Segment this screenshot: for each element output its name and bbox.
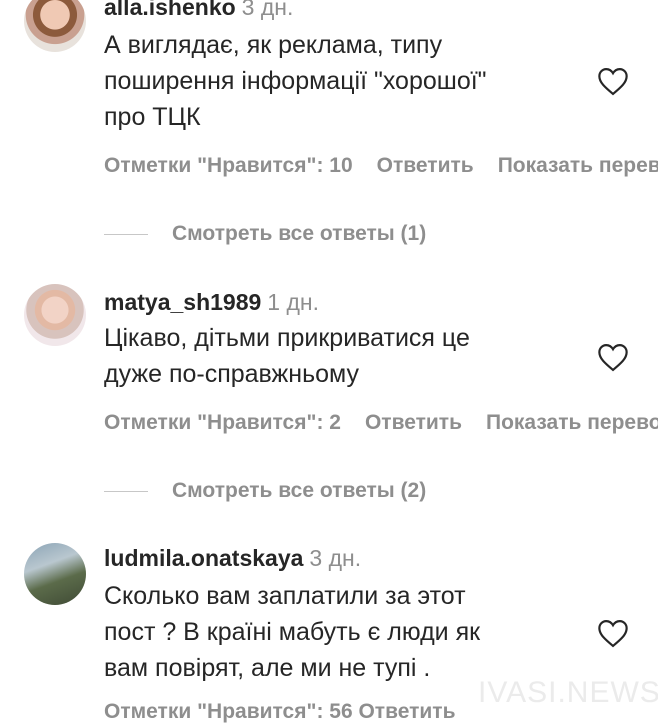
comment-text: Цікаво, дітьми прикриватися це дуже по-с…	[104, 320, 470, 392]
view-replies-label: Смотреть все ответы (1)	[172, 222, 427, 245]
view-replies-label: Смотреть все ответы (2)	[172, 479, 427, 502]
translate-button[interactable]: Показать перевод	[498, 154, 658, 177]
heart-icon[interactable]	[596, 618, 630, 648]
username-text[interactable]: alla.ishenko	[104, 0, 236, 20]
comment-time: 3 дн.	[241, 0, 294, 20]
watermark: IVASI.NEWS	[478, 676, 658, 709]
comment-actions-partial: Отметки "Нравится": 56 Ответить	[104, 700, 480, 724]
comment-time: 3 дн.	[309, 545, 362, 571]
comment-text-line: поширення інформації "хорошої"	[104, 67, 487, 95]
comment-username[interactable]: alla.ishenko 3 дн.	[104, 0, 293, 21]
username-text[interactable]: ludmila.onatskaya	[104, 545, 303, 571]
view-replies-button[interactable]: Смотреть все ответы (2)	[104, 479, 426, 503]
reply-button[interactable]: Ответить	[365, 411, 462, 434]
comment-username[interactable]: matya_sh1989 1 дн.	[104, 289, 319, 316]
divider-line	[104, 490, 148, 493]
comment-text: А виглядає, як реклама, типу поширення і…	[104, 27, 487, 135]
avatar[interactable]	[24, 284, 86, 346]
comment-username[interactable]: ludmila.onatskaya 3 дн.	[104, 545, 361, 572]
comment-time: 1 дн.	[267, 289, 319, 315]
comment-text: Сколько вам заплатили за этот пост ? В к…	[104, 578, 480, 686]
translate-button[interactable]: Показать перевод	[486, 411, 658, 434]
comment-text-line: про ТЦК	[104, 103, 201, 131]
likes-count[interactable]: Отметки "Нравится": 2	[104, 411, 341, 434]
view-replies-button[interactable]: Смотреть все ответы (1)	[104, 222, 426, 246]
comment-text-line: дуже по-справжньому	[104, 360, 359, 388]
comment-text-line: вам повірят, але ми не тупі .	[104, 654, 431, 682]
comment-actions: Отметки "Нравится": 2 Ответить Показать пе…	[104, 411, 658, 435]
comment-text-line: пост ? В країні мабуть є люди як	[104, 618, 481, 646]
comment-actions: Отметки "Нравится": 10 Ответить Показать п…	[104, 154, 658, 178]
heart-icon[interactable]	[596, 66, 630, 96]
username-text[interactable]: matya_sh1989	[104, 289, 261, 315]
reply-button[interactable]: Ответить	[377, 154, 474, 177]
comment-text-line: Цікаво, дітьми прикриватися це	[104, 324, 470, 352]
heart-icon[interactable]	[596, 342, 630, 372]
comment-text-line: Сколько вам заплатили за этот	[104, 582, 466, 610]
divider-line	[104, 233, 148, 236]
partial-actions[interactable]: Отметки "Нравится": 56 Ответить	[104, 700, 456, 723]
comment-text-line: А виглядає, як реклама, типу	[104, 31, 443, 59]
avatar[interactable]	[24, 543, 86, 605]
likes-count[interactable]: Отметки "Нравится": 10	[104, 154, 353, 177]
avatar[interactable]	[24, 0, 86, 52]
